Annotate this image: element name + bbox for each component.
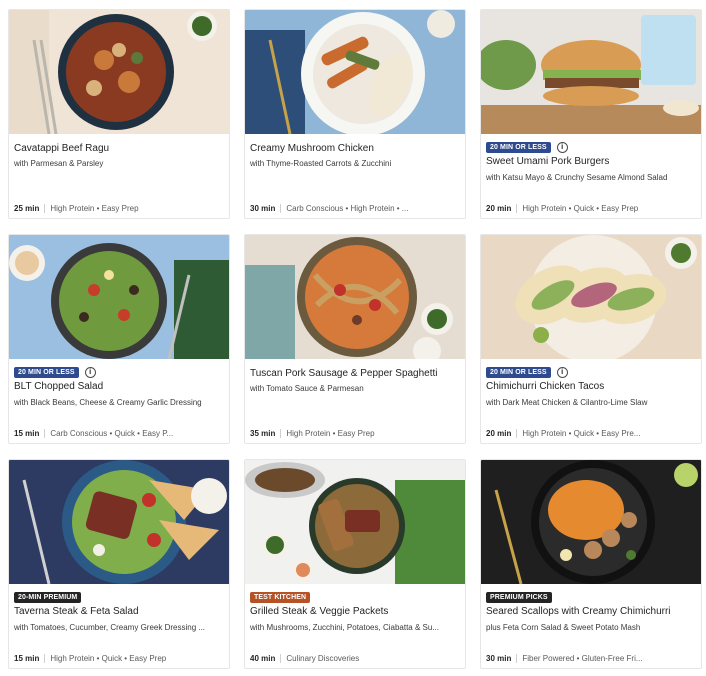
recipe-card[interactable]: 20 MIN OR LESS i Chimichurri Chicken Tac… [480, 234, 702, 444]
recipe-photo[interactable] [245, 10, 465, 134]
recipe-subtitle: with Mushrooms, Zucchini, Potatoes, Ciab… [250, 623, 439, 632]
recipe-subtitle: with Thyme-Roasted Carrots & Zucchini [250, 159, 392, 168]
cook-time: 30 min [250, 203, 276, 213]
recipe-photo[interactable] [245, 235, 465, 359]
badge-20-min-or-less: 20 MIN OR LESS [14, 366, 79, 378]
recipe-tags: High Protein • Easy Prep [286, 428, 375, 438]
cook-time: 35 min [250, 428, 276, 438]
recipe-card[interactable]: Tuscan Pork Sausage & Pepper Spaghetti w… [244, 234, 466, 444]
divider [44, 428, 46, 438]
recipe-photo[interactable] [245, 460, 465, 584]
divider [516, 428, 518, 438]
recipe-meta: 25 min High Protein • Easy Prep [14, 203, 226, 213]
recipe-tags: High Protein • Easy Prep [50, 203, 139, 213]
recipe-tags: High Protein • Quick • Easy Prep [522, 203, 639, 213]
recipe-title[interactable]: Grilled Steak & Veggie Packets [250, 606, 462, 618]
recipe-subtitle: with Dark Meat Chicken & Cilantro-Lime S… [486, 398, 648, 407]
recipe-title[interactable]: BLT Chopped Salad [14, 381, 226, 393]
recipe-tags: Culinary Discoveries [286, 653, 360, 663]
recipe-subtitle: with Katsu Mayo & Crunchy Sesame Almond … [486, 173, 668, 182]
cook-time: 20 min [486, 428, 512, 438]
cook-time: 15 min [14, 428, 40, 438]
cook-time: 15 min [14, 653, 40, 663]
divider [516, 653, 518, 663]
recipe-card[interactable]: 20-MIN PREMIUM Taverna Steak & Feta Sala… [8, 459, 230, 669]
badge-premium-picks: PREMIUM PICKS [486, 591, 552, 603]
recipe-subtitle: with Parmesan & Parsley [14, 159, 104, 168]
recipe-photo[interactable] [481, 10, 701, 134]
cook-time: 20 min [486, 203, 512, 213]
badge-row: 20 MIN OR LESS i [486, 366, 568, 378]
recipe-meta: 30 min Fiber Powered • Gluten-Free Fri..… [486, 653, 698, 663]
recipe-meta: 35 min High Protein • Easy Prep [250, 428, 462, 438]
recipe-title[interactable]: Chimichurri Chicken Tacos [486, 381, 698, 393]
badge-row: 20-MIN PREMIUM [14, 591, 82, 603]
cook-time: 30 min [486, 653, 512, 663]
badge-20-min-or-less: 20 MIN OR LESS [486, 366, 551, 378]
recipe-title[interactable]: Seared Scallops with Creamy Chimichurri [486, 606, 698, 618]
recipe-card[interactable]: TEST KITCHEN Grilled Steak & Veggie Pack… [244, 459, 466, 669]
recipe-photo[interactable] [481, 460, 701, 584]
info-icon[interactable]: i [556, 141, 568, 153]
divider [516, 203, 518, 213]
recipe-meta: 20 min High Protein • Quick • Easy Prep [486, 203, 698, 213]
recipe-meta: 30 min Carb Conscious • High Protein • .… [250, 203, 462, 213]
badge-test-kitchen: TEST KITCHEN [250, 591, 311, 603]
recipe-meta: 15 min Carb Conscious • Quick • Easy P..… [14, 428, 226, 438]
badge-row: 20 MIN OR LESS i [14, 366, 96, 378]
recipe-tags: High Protein • Quick • Easy Pre... [522, 428, 641, 438]
recipe-title[interactable]: Cavatappi Beef Ragu [14, 143, 226, 155]
recipe-tags: High Protein • Quick • Easy Prep [50, 653, 167, 663]
recipe-title[interactable]: Tuscan Pork Sausage & Pepper Spaghetti [250, 368, 462, 380]
info-icon[interactable]: i [556, 366, 568, 378]
divider [280, 428, 282, 438]
recipe-subtitle: with Black Beans, Cheese & Creamy Garlic… [14, 398, 202, 407]
recipe-grid: Cavatappi Beef Ragu with Parmesan & Pars… [8, 9, 702, 669]
recipe-tags: Carb Conscious • High Protein • ... [286, 203, 409, 213]
divider [44, 203, 46, 213]
recipe-photo[interactable] [9, 235, 229, 359]
info-icon[interactable]: i [84, 366, 96, 378]
recipe-card[interactable]: Cavatappi Beef Ragu with Parmesan & Pars… [8, 9, 230, 219]
badge-20-min-or-less: 20 MIN OR LESS [486, 141, 551, 153]
recipe-card[interactable]: Creamy Mushroom Chicken with Thyme-Roast… [244, 9, 466, 219]
recipe-title[interactable]: Sweet Umami Pork Burgers [486, 156, 698, 168]
recipe-tags: Fiber Powered • Gluten-Free Fri... [522, 653, 643, 663]
cook-time: 25 min [14, 203, 40, 213]
divider [280, 653, 282, 663]
divider [44, 653, 46, 663]
recipe-meta: 40 min Culinary Discoveries [250, 653, 462, 663]
badge-20-min-premium: 20-MIN PREMIUM [14, 591, 82, 603]
cook-time: 40 min [250, 653, 276, 663]
badge-row: TEST KITCHEN [250, 591, 311, 603]
badge-row: 20 MIN OR LESS i [486, 141, 568, 153]
recipe-title[interactable]: Creamy Mushroom Chicken [250, 143, 462, 155]
recipe-photo[interactable] [9, 460, 229, 584]
recipe-meta: 20 min High Protein • Quick • Easy Pre..… [486, 428, 698, 438]
badge-row: PREMIUM PICKS [486, 591, 552, 603]
recipe-photo[interactable] [9, 10, 229, 134]
recipe-card[interactable]: 20 MIN OR LESS i Sweet Umami Pork Burger… [480, 9, 702, 219]
recipe-title[interactable]: Taverna Steak & Feta Salad [14, 606, 226, 618]
recipe-subtitle: with Tomato Sauce & Parmesan [250, 384, 364, 393]
recipe-meta: 15 min High Protein • Quick • Easy Prep [14, 653, 226, 663]
recipe-tags: Carb Conscious • Quick • Easy P... [50, 428, 174, 438]
recipe-card[interactable]: 20 MIN OR LESS i BLT Chopped Salad with … [8, 234, 230, 444]
recipe-photo[interactable] [481, 235, 701, 359]
recipe-card[interactable]: PREMIUM PICKS Seared Scallops with Cream… [480, 459, 702, 669]
divider [280, 203, 282, 213]
recipe-subtitle: with Tomatoes, Cucumber, Creamy Greek Dr… [14, 623, 206, 632]
recipe-subtitle: plus Feta Corn Salad & Sweet Potato Mash [486, 623, 641, 632]
